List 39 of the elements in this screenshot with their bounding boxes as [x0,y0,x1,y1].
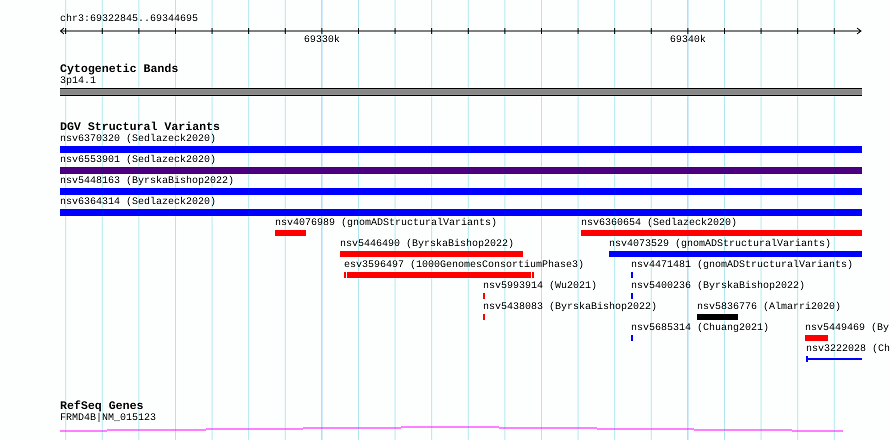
variant-label: nsv5449469 (By [805,323,890,335]
variant-bar[interactable] [697,314,738,320]
location-label: chr3:69322845..69344695 [60,14,200,26]
variant-label: nsv5993914 (Wu2021) [483,281,598,293]
track-title: DGV Structural Variants [60,122,220,134]
band-label: 3p14.1 [60,76,96,87]
variant-line[interactable] [806,356,862,362]
variant-label: nsv6370320 (Sedlazeck2020) [60,134,216,146]
variant-label: nsv5685314 (Chuang2021) [631,323,770,335]
tick-label: 69330k [304,35,340,46]
variant-label: nsv4076989 (gnomADStructuralVariants) [275,218,498,230]
variant-label: nsv4073529 (gnomADStructuralVariants) [609,239,832,251]
variant-label: nsv6553901 (Sedlazeck2020) [60,155,216,167]
variant-label: nsv5400236 (ByrskaBishop2022) [631,281,806,293]
gene-label: FRMD4B|NM_015123 [60,413,156,424]
variant-bar[interactable] [344,272,534,278]
variant-bar[interactable] [609,251,862,257]
variant-label: nsv3222028 (Ch [806,344,890,356]
variant-label: nsv4471481 (gnomADStructuralVariants) [631,260,854,272]
variant-bar[interactable] [805,335,828,341]
variant-bar[interactable] [340,251,523,257]
variant-bar[interactable] [581,230,862,236]
cytoband-bar[interactable] [60,88,862,96]
variant-label: nsv5448163 (ByrskaBishop2022) [60,176,234,188]
variant-bar[interactable] [60,146,862,153]
variant-label: esv3596497 (1000GenomesConsortiumPhase3) [344,260,584,272]
tick-label: 69340k [670,35,706,46]
variant-bar[interactable] [275,230,306,236]
variant-label: nsv5438083 (ByrskaBishop2022) [483,302,658,314]
variant-label: nsv6364314 (Sedlazeck2020) [60,197,216,209]
variant-bar[interactable] [60,209,862,216]
variant-label: nsv5446490 (ByrskaBishop2022) [340,239,514,251]
track-title: Cytogenetic Bands [60,64,178,76]
gene-drawing[interactable] [60,426,844,432]
variant-bar[interactable] [60,167,862,174]
track-title: RefSeq Genes [60,401,144,413]
variant-label: nsv6360654 (Sedlazeck2020) [581,218,738,230]
variant-bar[interactable] [60,188,862,195]
variant-label: nsv5836776 (Almarri2020) [697,302,842,314]
